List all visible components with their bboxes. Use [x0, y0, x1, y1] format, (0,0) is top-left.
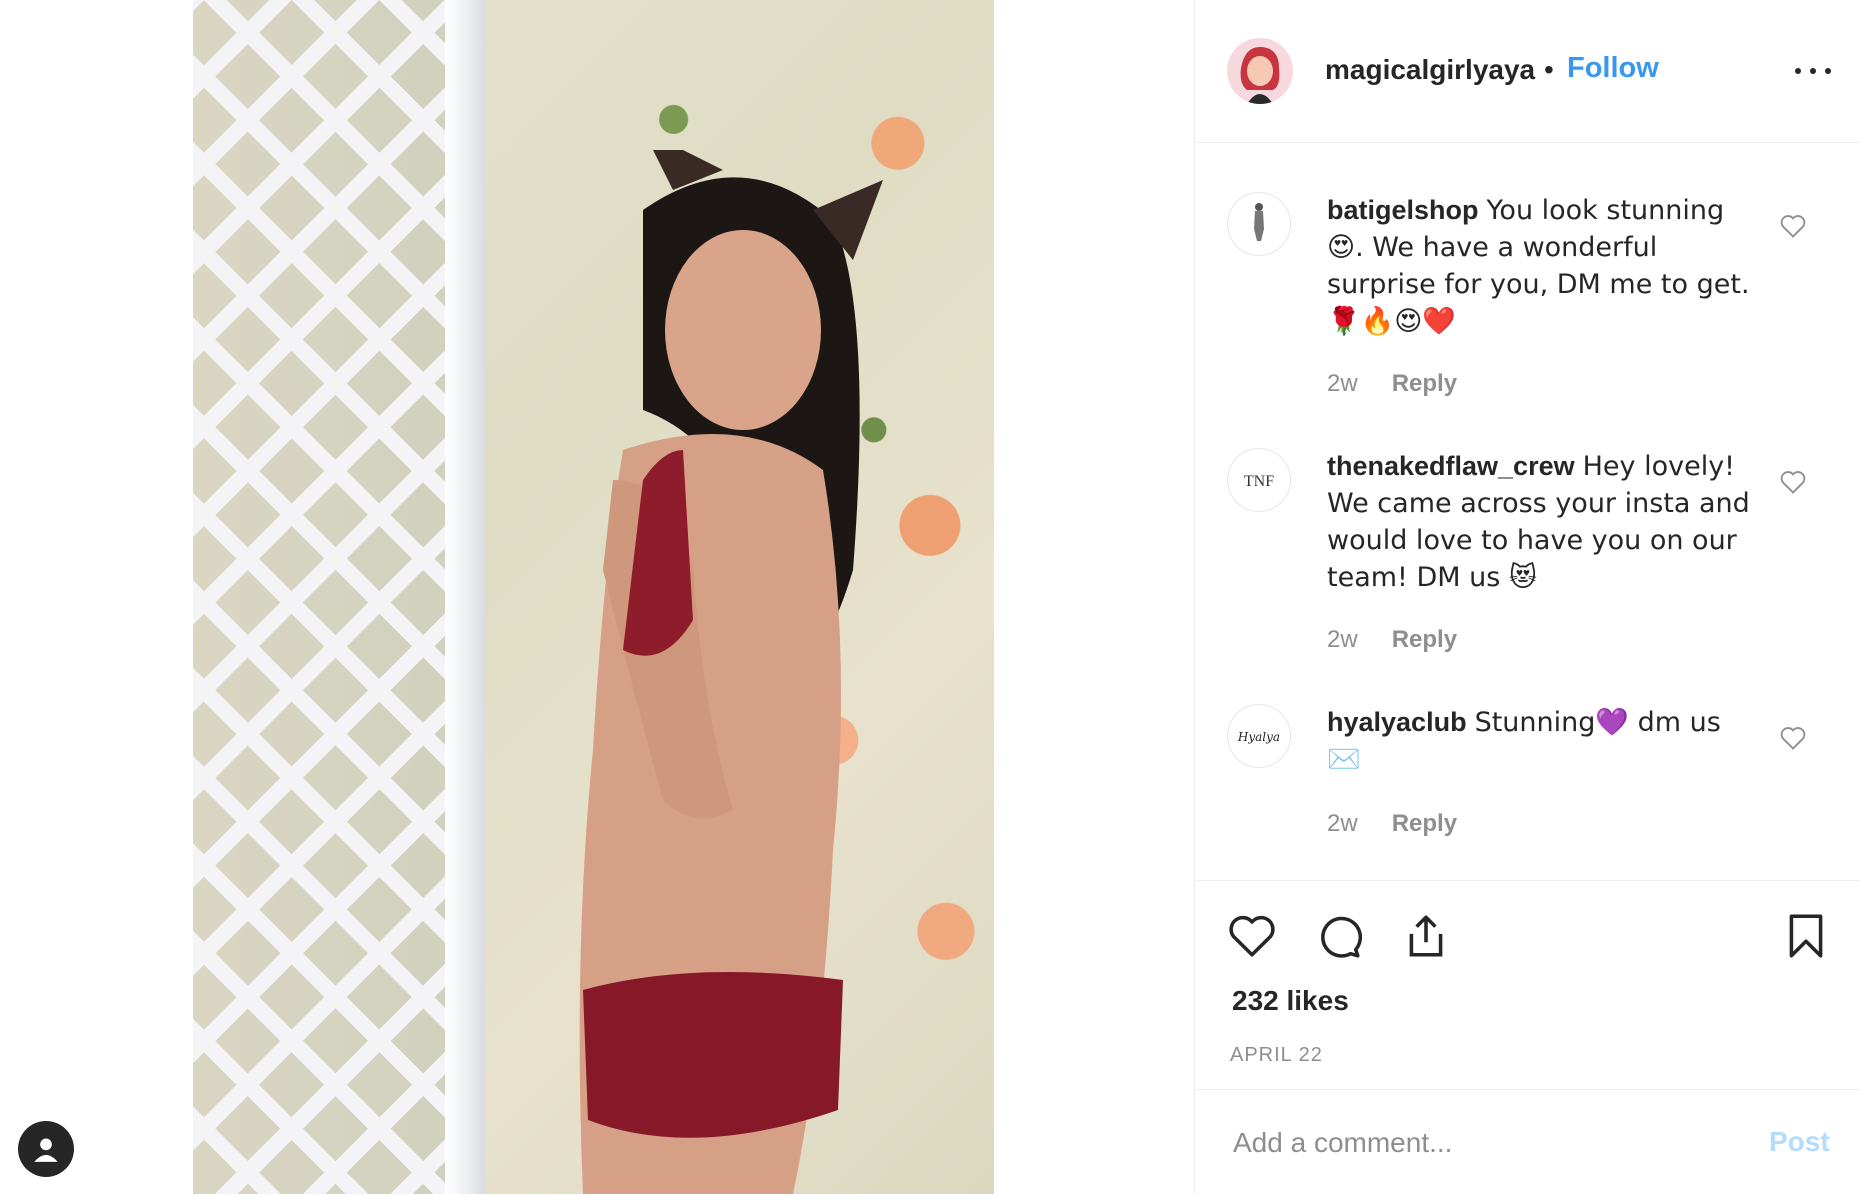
heart-icon[interactable]	[1779, 468, 1807, 496]
separator-dot: •	[1544, 54, 1554, 85]
add-comment-bar: Post	[1195, 1089, 1860, 1195]
post-actions: 232 likes APRIL 22	[1195, 880, 1860, 1091]
post-details-panel: magicalgirlyaya • Follow batigelshop You …	[1194, 0, 1860, 1194]
profile-icon-button[interactable]	[18, 1121, 74, 1177]
comment-text: thenakedflaw_crew Hey lovely! We came acr…	[1327, 448, 1757, 596]
share-icon[interactable]	[1401, 911, 1451, 961]
commenter-username[interactable]: thenakedflaw_crew	[1327, 451, 1575, 481]
sketch-figure-icon	[1228, 193, 1290, 255]
post-header: magicalgirlyaya • Follow	[1195, 0, 1860, 143]
commenter-avatar[interactable]: TNF	[1227, 448, 1291, 512]
comment-meta: 2w Reply	[1327, 626, 1457, 654]
commenter-username[interactable]: batigelshop	[1327, 195, 1479, 225]
more-options-icon[interactable]	[1795, 56, 1831, 86]
follow-button[interactable]: Follow	[1567, 52, 1659, 85]
comment-text: batigelshop You look stunning 😍. We have …	[1327, 192, 1757, 340]
comment-time: 2w	[1327, 370, 1358, 397]
lattice-fence	[193, 0, 478, 1194]
reply-button[interactable]: Reply	[1392, 370, 1457, 397]
comment-text: hyalyaclub Stunning💜 dm us ✉️	[1327, 704, 1757, 778]
author-avatar[interactable]	[1227, 38, 1293, 104]
heart-icon[interactable]	[1779, 724, 1807, 752]
comment-input[interactable]	[1231, 1126, 1735, 1160]
comment-meta: 2w Reply	[1327, 810, 1457, 838]
comment-time: 2w	[1327, 626, 1358, 653]
likes-count[interactable]: 232 likes	[1232, 985, 1349, 1017]
comment-meta: 2w Reply	[1327, 370, 1457, 398]
commenter-avatar[interactable]: Hyalya	[1227, 704, 1291, 768]
bookmark-icon[interactable]	[1781, 911, 1831, 961]
like-heart-icon[interactable]	[1227, 911, 1277, 961]
avatar-logo-text: Hyalya	[1237, 730, 1280, 744]
avatar-logo-text: TNF	[1244, 473, 1274, 490]
author-username[interactable]: magicalgirlyaya	[1325, 54, 1535, 86]
commenter-username[interactable]: hyalyaclub	[1327, 707, 1467, 737]
comment-bubble-icon[interactable]	[1313, 911, 1363, 961]
post-date: APRIL 22	[1230, 1044, 1323, 1066]
post-comment-button[interactable]: Post	[1769, 1126, 1830, 1158]
user-icon	[34, 1138, 58, 1162]
commenter-avatar[interactable]	[1227, 192, 1291, 256]
post-photo[interactable]	[193, 0, 994, 1194]
cartoon-girl-avatar-icon	[1227, 38, 1293, 104]
brand-logo-icon: TNF	[1228, 449, 1290, 511]
heart-icon[interactable]	[1779, 212, 1807, 240]
lattice-post	[445, 0, 485, 1194]
reply-button[interactable]: Reply	[1392, 810, 1457, 837]
reply-button[interactable]: Reply	[1392, 626, 1457, 653]
comment-time: 2w	[1327, 810, 1358, 837]
model-figure	[579, 150, 883, 1194]
script-logo-icon: Hyalya	[1228, 705, 1290, 767]
